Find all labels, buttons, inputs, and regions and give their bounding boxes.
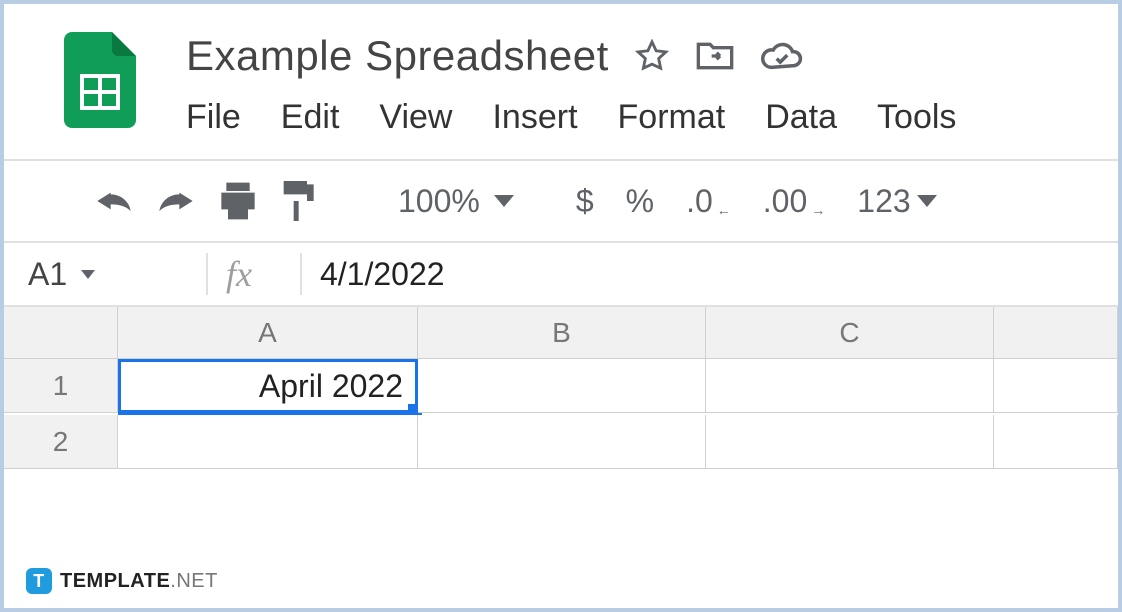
move-folder-icon[interactable]: [695, 39, 735, 73]
zoom-dropdown[interactable]: 100%: [398, 183, 514, 220]
decrease-decimal-button[interactable]: .0 ←: [686, 183, 731, 220]
menu-insert[interactable]: Insert: [492, 98, 577, 137]
print-icon[interactable]: [218, 182, 258, 220]
document-title[interactable]: Example Spreadsheet: [186, 32, 609, 80]
cell-d1[interactable]: [994, 359, 1118, 413]
divider: [300, 253, 302, 295]
menu-view[interactable]: View: [379, 98, 452, 137]
arrow-left-icon: ←: [717, 202, 731, 218]
increase-decimal-button[interactable]: .00 →: [763, 183, 825, 220]
num-format-label: 123: [857, 183, 910, 220]
cell-a2[interactable]: [118, 415, 418, 469]
currency-format-button[interactable]: $: [576, 183, 594, 220]
column-header-b[interactable]: B: [418, 307, 706, 359]
watermark-suffix: .NET: [170, 570, 218, 592]
cloud-saved-icon[interactable]: [761, 41, 803, 71]
undo-icon[interactable]: [94, 187, 134, 215]
dec-less-label: .0: [686, 183, 713, 220]
watermark: T TEMPLATE.NET: [26, 568, 218, 594]
chevron-down-icon: [81, 270, 95, 279]
column-header-a[interactable]: A: [118, 307, 418, 359]
star-icon[interactable]: [635, 39, 669, 73]
redo-icon[interactable]: [156, 187, 196, 215]
number-format-dropdown[interactable]: 123: [857, 183, 936, 220]
paint-format-icon[interactable]: [280, 181, 314, 221]
sheets-logo-icon[interactable]: [64, 32, 136, 128]
chevron-down-icon: [494, 195, 514, 207]
dec-more-label: .00: [763, 183, 807, 220]
select-all-corner[interactable]: [4, 307, 118, 359]
cell-d2[interactable]: [994, 415, 1118, 469]
column-header-c[interactable]: C: [706, 307, 994, 359]
arrow-right-icon: →: [811, 202, 825, 218]
menu-format[interactable]: Format: [618, 98, 726, 137]
row-header-1[interactable]: 1: [4, 359, 118, 413]
chevron-down-icon: [917, 195, 937, 207]
cell-reference-dropdown[interactable]: A1: [28, 256, 188, 293]
template-badge-icon: T: [26, 568, 52, 594]
cell-c2[interactable]: [706, 415, 994, 469]
zoom-value: 100%: [398, 183, 480, 220]
cell-c1[interactable]: [706, 359, 994, 413]
formula-input[interactable]: 4/1/2022: [320, 256, 445, 293]
spreadsheet-grid: A B C 1 April 2022 2: [4, 307, 1118, 469]
watermark-name: TEMPLATE: [60, 570, 170, 592]
menu-data[interactable]: Data: [765, 98, 837, 137]
divider: [206, 253, 208, 295]
percent-format-button[interactable]: %: [626, 183, 654, 220]
column-header-extra[interactable]: [994, 307, 1118, 359]
cell-ref-text: A1: [28, 256, 67, 293]
menu-tools[interactable]: Tools: [877, 98, 956, 137]
cell-b2[interactable]: [418, 415, 706, 469]
cell-a1[interactable]: April 2022: [118, 359, 418, 415]
cell-b1[interactable]: [418, 359, 706, 413]
fx-label: fx: [226, 253, 252, 295]
menu-edit[interactable]: Edit: [281, 98, 340, 137]
menu-file[interactable]: File: [186, 98, 241, 137]
row-header-2[interactable]: 2: [4, 415, 118, 469]
